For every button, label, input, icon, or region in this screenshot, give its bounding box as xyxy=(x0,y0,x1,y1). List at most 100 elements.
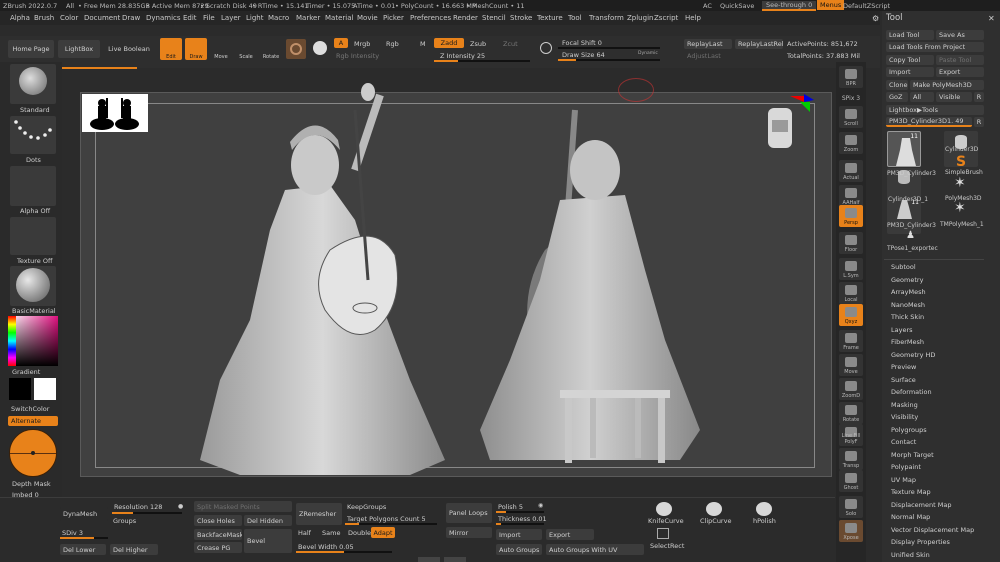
scale-mode-button[interactable]: Scale xyxy=(235,38,257,60)
subpalette-morph-target[interactable]: Morph Target xyxy=(891,451,934,459)
menu-render[interactable]: Render xyxy=(453,14,478,22)
current-tool-slider[interactable]: PM3D_Cylinder3D1. 49 xyxy=(886,117,972,127)
switch-color-button[interactable]: SwitchColor xyxy=(11,405,49,413)
double-button[interactable]: Double xyxy=(348,529,371,537)
rightshelf-ghost-button[interactable]: Ghost xyxy=(839,470,863,492)
polish-slider[interactable]: Polish 5 xyxy=(498,503,523,511)
save-as-button[interactable]: Save As xyxy=(936,30,984,40)
rgb-intensity-slider[interactable]: Rgb Intensity xyxy=(336,52,379,60)
subpalette-normal-map[interactable]: Normal Map xyxy=(891,513,930,521)
menu-material[interactable]: Material xyxy=(325,14,353,22)
copy-tool-button[interactable]: Copy Tool xyxy=(886,55,934,65)
zsub-toggle[interactable]: Zsub xyxy=(470,40,486,48)
bevel-width-slider[interactable]: Bevel Width 0.05 xyxy=(298,543,354,551)
rightshelf-xpose-button[interactable]: Xpose xyxy=(839,520,863,542)
goz-all-button[interactable]: All xyxy=(910,92,934,102)
texture-picker[interactable] xyxy=(10,217,56,255)
subpalette-unified-skin[interactable]: Unified Skin xyxy=(891,551,930,559)
rightshelf-persp-button[interactable]: Persp xyxy=(839,205,863,227)
groups-toggle[interactable]: Groups xyxy=(113,517,136,525)
zcut-toggle[interactable]: Zcut xyxy=(503,40,518,48)
bevel-button[interactable]: Bevel xyxy=(244,529,292,553)
rotate-mode-button[interactable]: Rotate xyxy=(260,38,282,60)
lightbox-tools-button[interactable]: Lightbox▶Tools xyxy=(886,105,984,115)
split-masked-points-button[interactable]: Split Masked Points xyxy=(194,501,292,512)
a-toggle[interactable]: A xyxy=(334,38,348,48)
depth-mask-dial[interactable] xyxy=(9,429,57,477)
bottom-import-button[interactable]: Import xyxy=(496,529,542,540)
zadd-toggle[interactable]: Zadd xyxy=(434,38,464,48)
home-page-button[interactable]: Home Page xyxy=(8,40,54,58)
subpalette-nanomesh[interactable]: NanoMesh xyxy=(891,301,925,309)
alternate-toggle[interactable]: Alternate xyxy=(8,416,58,426)
rightshelf-aahalf-button[interactable]: AAHalf xyxy=(839,185,863,207)
menu-edit[interactable]: Edit xyxy=(183,14,197,22)
subpalette-deformation[interactable]: Deformation xyxy=(891,388,932,396)
subpalette-surface[interactable]: Surface xyxy=(891,376,916,384)
paste-tool-button[interactable]: Paste Tool xyxy=(936,55,984,65)
export-button[interactable]: Export xyxy=(936,67,984,77)
del-hidden-button[interactable]: Del Hidden xyxy=(244,515,292,526)
m-toggle[interactable]: M xyxy=(420,40,426,48)
tool-thumb-tmpolymesh[interactable]: ✶ xyxy=(944,200,978,236)
rightshelf-scroll-button[interactable]: Scroll xyxy=(839,106,863,128)
resolution-slider[interactable]: Resolution 128 xyxy=(114,503,162,511)
subpalette-arraymesh[interactable]: ArrayMesh xyxy=(891,288,926,296)
mrgb-toggle[interactable]: Mrgb xyxy=(354,40,370,48)
rightshelf-local-button[interactable]: Local xyxy=(839,282,863,304)
quicksave-button[interactable]: QuickSave xyxy=(720,2,754,10)
menu-dynamics[interactable]: Dynamics xyxy=(146,14,181,22)
menus-toggle[interactable]: Menus xyxy=(817,0,845,10)
menu-help[interactable]: Help xyxy=(685,14,701,22)
menu-zplugin[interactable]: Zplugin xyxy=(627,14,653,22)
alpha-picker[interactable] xyxy=(10,166,56,206)
subpalette-geometry[interactable]: Geometry xyxy=(891,276,923,284)
secondary-color-swatch[interactable] xyxy=(9,378,31,400)
subpalette-uv-map[interactable]: UV Map xyxy=(891,476,916,484)
material-picker[interactable] xyxy=(10,266,56,306)
load-tools-from-project-button[interactable]: Load Tools From Project xyxy=(886,42,984,52)
shelf-handle[interactable] xyxy=(418,557,440,562)
subpalette-texture-map[interactable]: Texture Map xyxy=(891,488,931,496)
axis-gizmo-icon[interactable] xyxy=(786,92,816,114)
backface-mask-button[interactable]: BackfaceMask xyxy=(194,529,242,540)
replay-last-button[interactable]: ReplayLast xyxy=(684,39,732,49)
lightbox-button[interactable]: LightBox xyxy=(58,40,100,58)
draw-size-slider[interactable]: Draw Size 64 xyxy=(562,51,605,59)
dynamic-toggle[interactable]: Dynamic xyxy=(638,51,658,56)
sdiv-slider[interactable]: SDiv 3 xyxy=(62,529,83,537)
reference-image-thumbnail[interactable] xyxy=(82,94,148,132)
target-polygons-slider[interactable]: Target Polygons Count 5 xyxy=(347,515,426,523)
tool-thumb-pm3d-cylinder[interactable]: 11 xyxy=(887,131,921,167)
subpalette-layers[interactable]: Layers xyxy=(891,326,913,334)
menu-macro[interactable]: Macro xyxy=(268,14,289,22)
load-tool-button[interactable]: Load Tool xyxy=(886,30,934,40)
subpalette-geometry-hd[interactable]: Geometry HD xyxy=(891,351,935,359)
goz-button[interactable]: GoZ xyxy=(886,92,908,102)
knife-curve-brush[interactable]: KnifeCurve xyxy=(648,517,684,525)
make-polymesh3d-button[interactable]: Make PolyMesh3D xyxy=(910,80,984,90)
subpalette-thick-skin[interactable]: Thick Skin xyxy=(891,313,924,321)
current-tool-r-button[interactable]: R xyxy=(974,117,984,127)
subpalette-fibermesh[interactable]: FiberMesh xyxy=(891,338,924,346)
bottom-export-button[interactable]: Export xyxy=(546,529,594,540)
zremesher-button[interactable]: ZRemesher xyxy=(296,503,342,525)
clone-button[interactable]: Clone xyxy=(886,80,908,90)
menu-alpha[interactable]: Alpha xyxy=(10,14,30,22)
subpalette-polygroups[interactable]: Polygroups xyxy=(891,426,927,434)
main-color-swatch[interactable] xyxy=(34,378,56,400)
menu-tool[interactable]: Tool xyxy=(568,14,582,22)
import-button[interactable]: Import xyxy=(886,67,934,77)
menu-stencil[interactable]: Stencil xyxy=(482,14,506,22)
menu-light[interactable]: Light xyxy=(246,14,263,22)
gear-icon[interactable]: ⚙ xyxy=(872,14,882,24)
adapt-toggle[interactable]: Adapt xyxy=(371,527,395,538)
move-mode-button[interactable]: Move xyxy=(210,38,232,60)
del-higher-button[interactable]: Del Higher xyxy=(110,544,158,555)
draw-mode-button[interactable]: Draw xyxy=(185,38,207,60)
rightshelf-transp-button[interactable]: Transp xyxy=(839,448,863,470)
menu-color[interactable]: Color xyxy=(60,14,78,22)
rightshelf-frame-button[interactable]: Frame xyxy=(839,330,863,352)
rightshelf-spix-3-button[interactable]: SPix 3 xyxy=(839,92,863,104)
del-lower-button[interactable]: Del Lower xyxy=(60,544,106,555)
